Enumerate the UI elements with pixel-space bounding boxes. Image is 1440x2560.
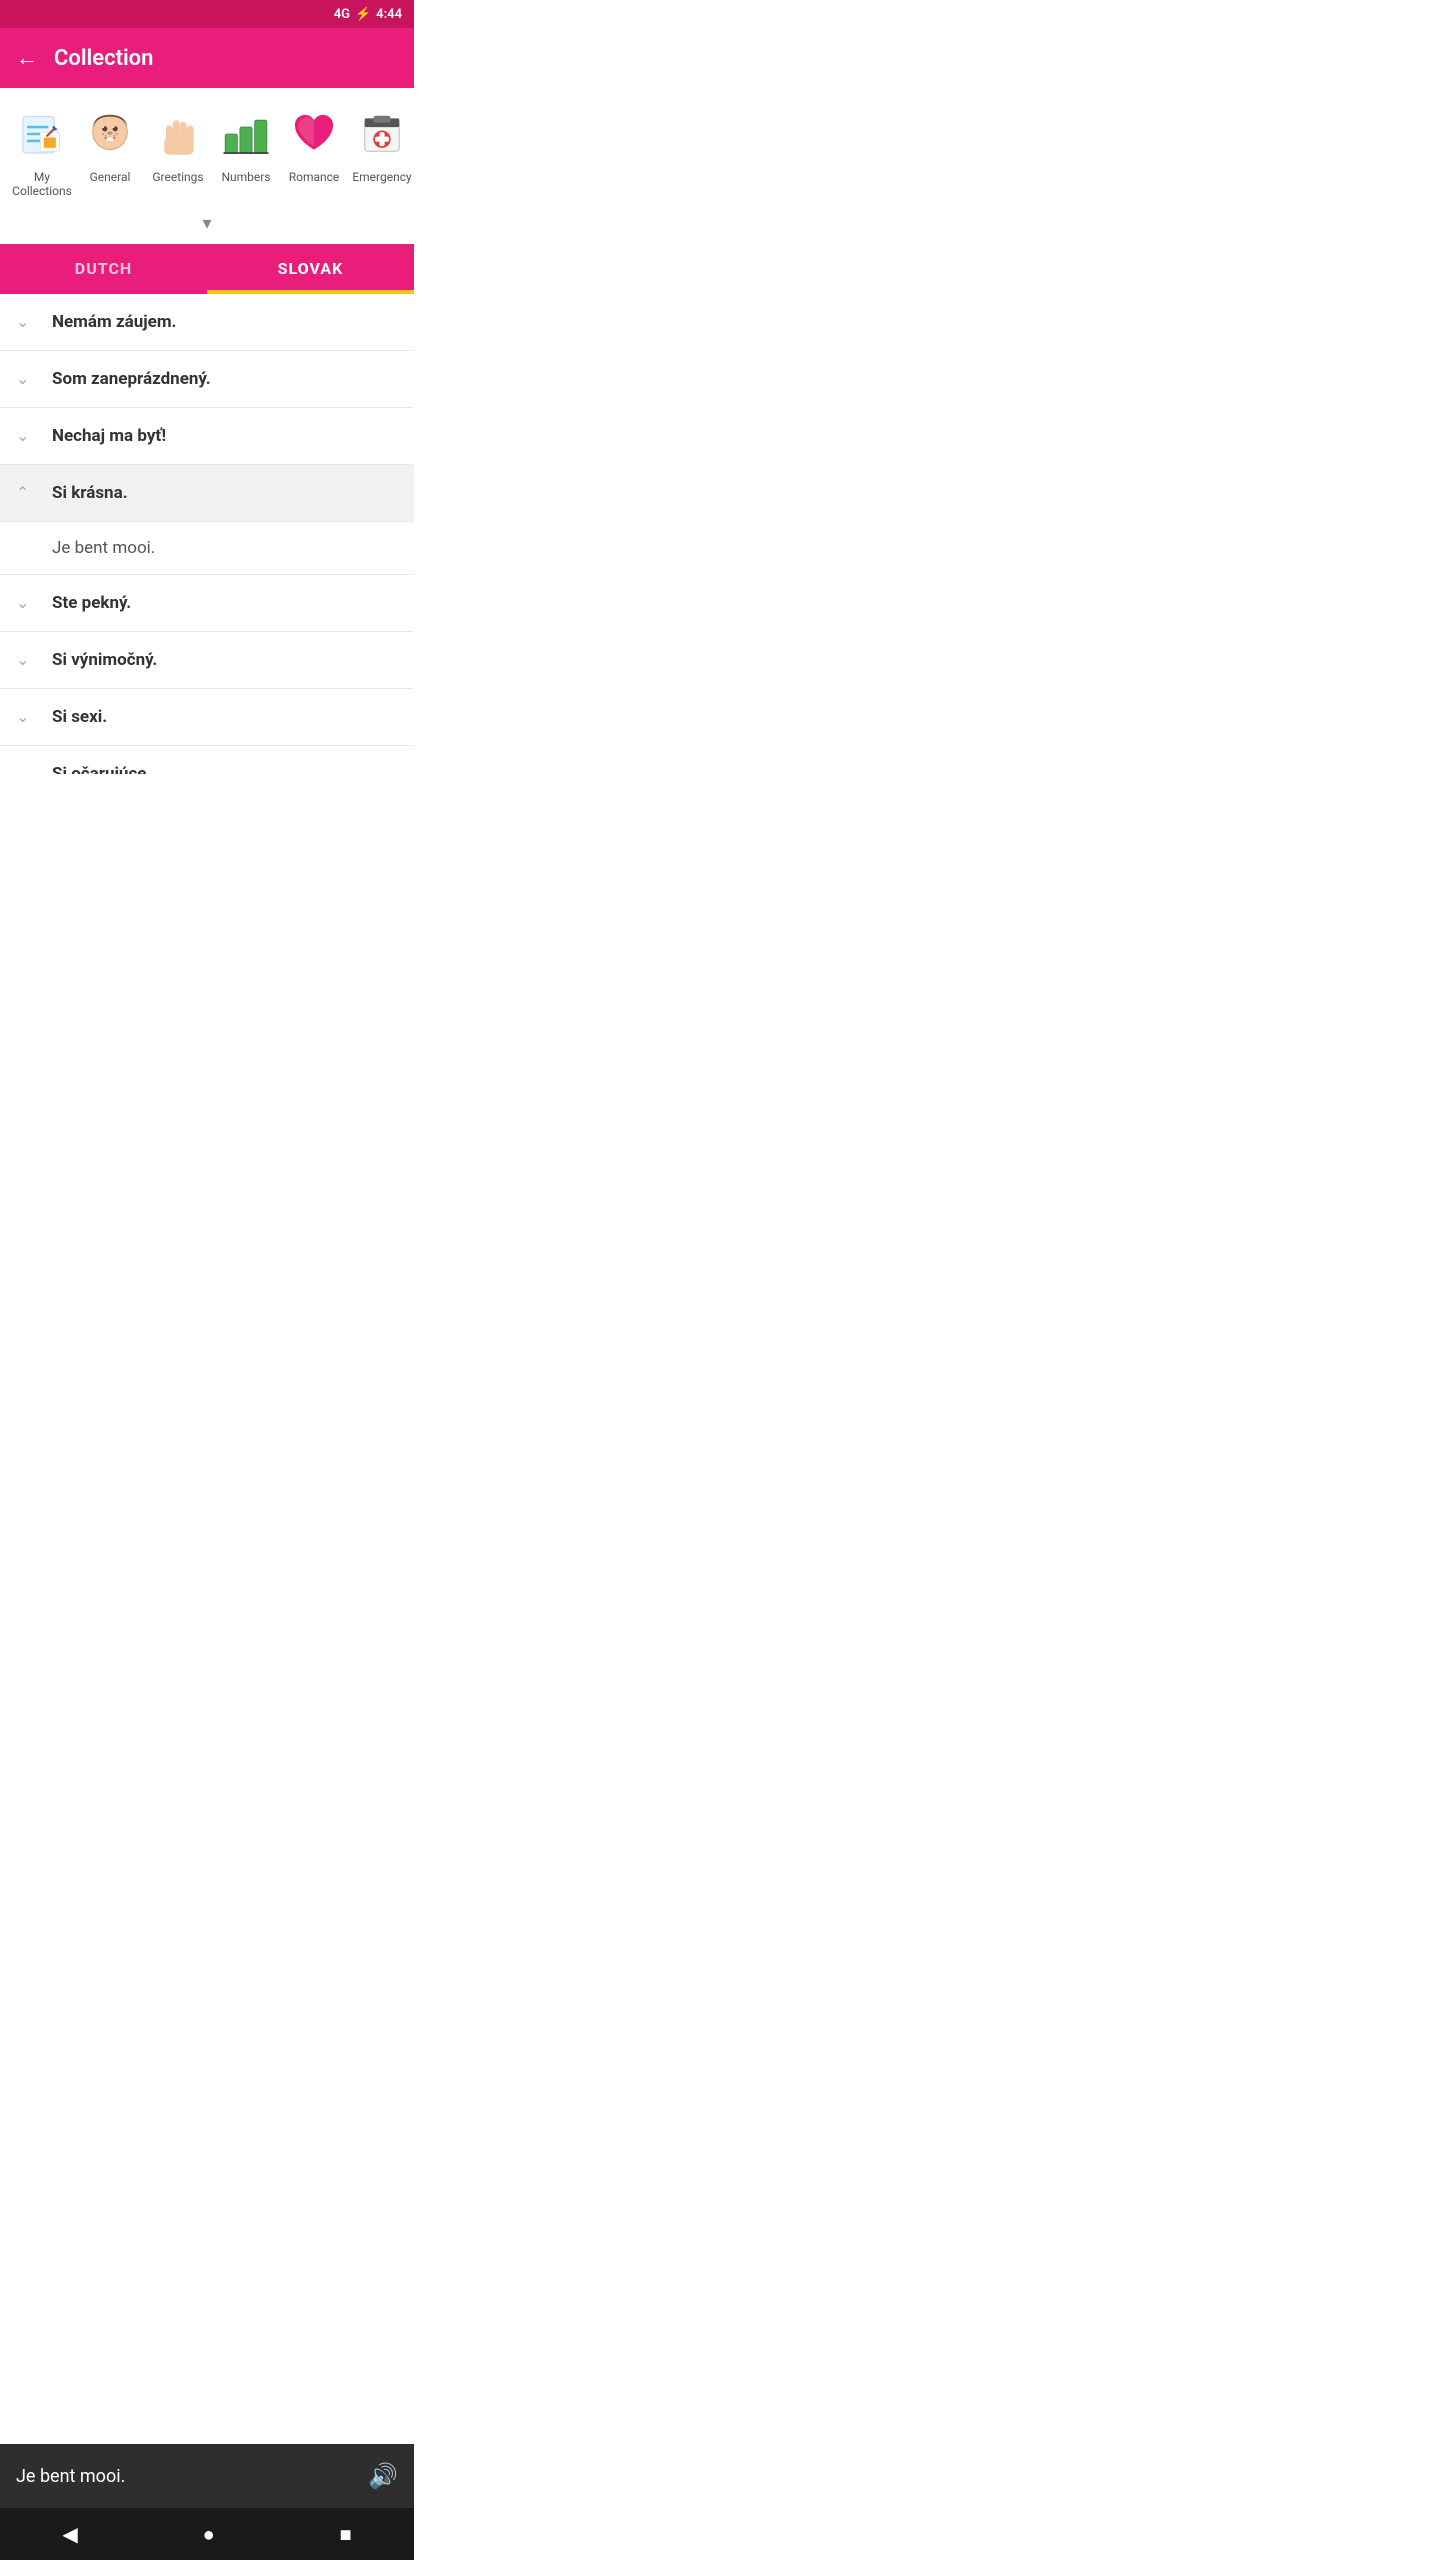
battery-icon: ⚡ xyxy=(355,7,371,22)
phrase-list: ⌄ Nemám záujem. ⌄ Som zaneprázdnený. ⌄ N… xyxy=(0,294,414,774)
phrase-row-3[interactable]: ⌄ Nechaj ma byť! xyxy=(0,408,414,465)
app-header: ← Collection xyxy=(0,28,414,88)
emergency-label: Emergency xyxy=(352,170,411,184)
svg-text:1: 1 xyxy=(244,117,248,126)
expand-icon-3: ⌄ xyxy=(16,426,36,445)
numbers-icon: 2 1 3 xyxy=(216,104,276,164)
nav-bar: ◀ ● ■ xyxy=(0,2508,414,2560)
greetings-label: Greetings xyxy=(152,170,203,184)
nav-square-icon[interactable]: ■ xyxy=(339,2522,351,2547)
signal-indicator: 4G xyxy=(334,7,350,22)
category-greetings[interactable]: Greetings xyxy=(144,104,212,184)
phrase-text-8: Si očarujúce. xyxy=(52,764,151,774)
translation-row-4: Je bent mooi. xyxy=(0,522,414,575)
phrase-text-7: Si sexi. xyxy=(52,707,107,727)
bottom-player-bar: Je bent mooi. 🔊 xyxy=(0,2444,414,2508)
page-title: Collection xyxy=(54,46,153,71)
my-collections-label: My Collections xyxy=(8,170,76,199)
emergency-icon xyxy=(352,104,412,164)
expand-icon-8: ⌄ xyxy=(16,764,36,774)
language-tabs: DUTCH SLOVAK xyxy=(0,244,414,294)
bottom-bar-text: Je bent mooi. xyxy=(16,2466,125,2487)
category-numbers[interactable]: 2 1 3 Numbers xyxy=(212,104,280,184)
tab-dutch[interactable]: DUTCH xyxy=(0,244,207,294)
phrase-row-8[interactable]: ⌄ Si očarujúce. xyxy=(0,746,414,774)
romance-icon xyxy=(284,104,344,164)
time-display: 4:44 xyxy=(376,7,402,22)
nav-back-icon[interactable]: ◀ xyxy=(62,2522,77,2546)
expand-icon-1: ⌄ xyxy=(16,312,36,331)
categories-row: My Collections xyxy=(0,88,414,207)
phrase-text-2: Som zaneprázdnený. xyxy=(52,369,211,389)
numbers-label: Numbers xyxy=(221,170,270,184)
status-icons: 4G ⚡ 4:44 xyxy=(334,7,402,22)
svg-text:2: 2 xyxy=(229,124,234,133)
expand-icon-5: ⌄ xyxy=(16,593,36,612)
tab-slovak[interactable]: SLOVAK xyxy=(207,244,414,294)
nav-home-icon[interactable]: ● xyxy=(203,2522,215,2547)
category-emergency[interactable]: Emergency xyxy=(348,104,414,184)
phrase-row-2[interactable]: ⌄ Som zaneprázdnený. xyxy=(0,351,414,408)
phrase-row-5[interactable]: ⌄ Ste pekný. xyxy=(0,575,414,632)
phrase-text-5: Ste pekný. xyxy=(52,593,131,613)
category-my-collections[interactable]: My Collections xyxy=(8,104,76,199)
my-collections-icon xyxy=(12,104,72,164)
phrase-row-1[interactable]: ⌄ Nemám záujem. xyxy=(0,294,414,351)
expand-categories[interactable]: ▾ xyxy=(0,207,414,244)
translation-text-4: Je bent mooi. xyxy=(52,538,155,558)
general-label: General xyxy=(90,170,131,184)
phrase-row-6[interactable]: ⌄ Si výnimočný. xyxy=(0,632,414,689)
status-bar: 4G ⚡ 4:44 xyxy=(0,0,414,28)
expand-icon-7: ⌄ xyxy=(16,707,36,726)
phrase-text-3: Nechaj ma byť! xyxy=(52,426,166,446)
category-romance[interactable]: Romance xyxy=(280,104,348,184)
general-icon xyxy=(80,104,140,164)
back-button[interactable]: ← xyxy=(16,45,38,71)
phrase-text-6: Si výnimočný. xyxy=(52,650,157,670)
expand-icon-4: ⌃ xyxy=(16,483,36,502)
phrase-list-container[interactable]: ⌄ Nemám záujem. ⌄ Som zaneprázdnený. ⌄ N… xyxy=(0,294,414,774)
chevron-down-icon: ▾ xyxy=(202,213,211,234)
category-general[interactable]: General xyxy=(76,104,144,184)
phrase-row-7[interactable]: ⌄ Si sexi. xyxy=(0,689,414,746)
phrase-row-4[interactable]: ⌃ Si krásna. xyxy=(0,465,414,522)
greetings-icon xyxy=(148,104,208,164)
svg-text:3: 3 xyxy=(259,110,264,119)
expand-icon-6: ⌄ xyxy=(16,650,36,669)
phrase-text-4: Si krásna. xyxy=(52,483,128,503)
expand-icon-2: ⌄ xyxy=(16,369,36,388)
romance-label: Romance xyxy=(289,170,340,184)
speaker-icon[interactable]: 🔊 xyxy=(368,2462,398,2490)
phrase-text-1: Nemám záujem. xyxy=(52,312,176,332)
